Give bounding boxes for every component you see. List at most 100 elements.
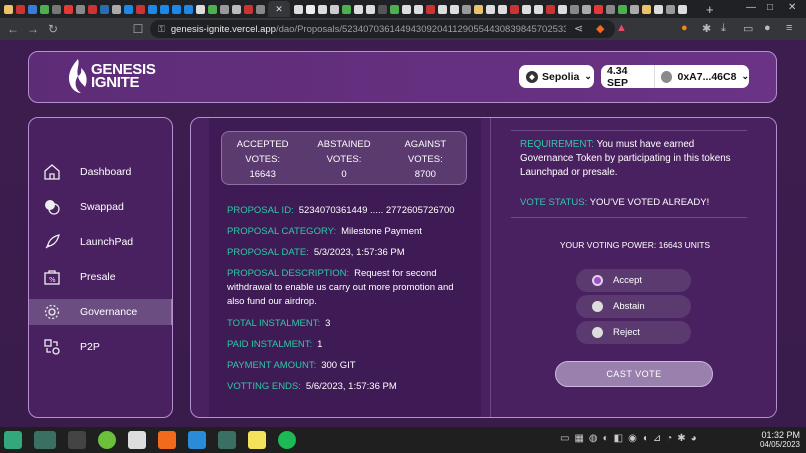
site-info-icon[interactable]: ⚿ (158, 24, 165, 35)
network-selector[interactable]: ◆ Sepolia ⌄ (519, 65, 594, 88)
profile-icon[interactable]: ● (764, 22, 771, 34)
tab-favicon[interactable] (389, 4, 399, 14)
reload-icon[interactable]: ↻ (43, 22, 63, 36)
tab-favicon[interactable] (305, 4, 315, 14)
bookmark-icon[interactable]: ☐ (128, 22, 148, 36)
share-icon[interactable]: ⋖ (574, 22, 583, 35)
tab-favicon[interactable] (425, 4, 435, 14)
minimize-icon[interactable]: — (746, 2, 756, 13)
tab-favicon[interactable] (195, 4, 205, 14)
sidebar-item-dashboard[interactable]: Dashboard (29, 159, 172, 185)
tab-favicon[interactable] (353, 4, 363, 14)
tab-favicon[interactable] (171, 4, 181, 14)
tab-favicon[interactable] (51, 4, 61, 14)
tab-favicon[interactable] (15, 4, 25, 14)
terminal-app-icon[interactable] (68, 431, 86, 449)
brave-browser-icon[interactable] (158, 431, 176, 449)
tab-favicon[interactable] (437, 4, 447, 14)
start-menu-icon[interactable] (4, 431, 22, 449)
tab-favicon[interactable] (75, 4, 85, 14)
tab-favicon[interactable] (293, 4, 303, 14)
tab-favicon[interactable] (377, 4, 387, 14)
tab-favicon[interactable] (27, 4, 37, 14)
tab-favicon[interactable] (207, 4, 217, 14)
tab-favicon[interactable] (255, 4, 265, 14)
radio-selected-icon[interactable] (592, 275, 603, 286)
vscode-icon[interactable] (188, 431, 206, 449)
sidebar-item-launchpad[interactable]: LaunchPad (29, 229, 172, 255)
forward-icon[interactable]: → (23, 22, 43, 36)
tab-favicon[interactable] (413, 4, 423, 14)
tab-favicon[interactable] (569, 4, 579, 14)
notes-app-icon[interactable] (248, 431, 266, 449)
tab-favicon[interactable] (605, 4, 615, 14)
sidebar-item-p2p[interactable]: P2P (29, 334, 172, 360)
tab-favicon[interactable] (231, 4, 241, 14)
tab-favicon[interactable] (617, 4, 627, 14)
files-app-icon[interactable] (34, 431, 56, 449)
tab-favicon[interactable] (111, 4, 121, 14)
tab-favicon[interactable] (219, 4, 229, 14)
tab-favicon[interactable] (99, 4, 109, 14)
tab-favicon[interactable] (641, 4, 651, 14)
system-tray[interactable]: ▭▦◍◐◧◉◖⊿◔✱◕ (560, 433, 702, 444)
radio-icon[interactable] (592, 327, 603, 338)
close-tab-icon[interactable]: ✕ (268, 1, 290, 17)
xapp-icon[interactable] (128, 431, 146, 449)
tab-favicon[interactable] (629, 4, 639, 14)
tab-favicon[interactable] (329, 4, 339, 14)
tab-favicon[interactable] (653, 4, 663, 14)
tab-favicon[interactable] (401, 4, 411, 14)
tab-favicon[interactable] (3, 4, 13, 14)
tab-favicon[interactable] (365, 4, 375, 14)
cast-vote-button[interactable]: CAST VOTE (555, 361, 713, 387)
tab-favicon[interactable] (183, 4, 193, 14)
download-icon[interactable]: ⤓ (721, 22, 726, 35)
new-tab-icon[interactable]: + (706, 2, 714, 17)
wallet-icon[interactable]: ▭ (743, 22, 753, 35)
tab-favicon[interactable] (557, 4, 567, 14)
maximize-icon[interactable]: □ (767, 2, 773, 13)
tab-favicon[interactable] (63, 4, 73, 14)
tab-favicon[interactable] (545, 4, 555, 14)
tab-favicon[interactable] (147, 4, 157, 14)
brave-rewards-icon[interactable]: ▲ (616, 22, 627, 34)
sidebar-item-presale[interactable]: % Presale (29, 264, 172, 290)
tab-favicon[interactable] (135, 4, 145, 14)
radio-icon[interactable] (592, 301, 603, 312)
vote-option-abstain[interactable]: Abstain (576, 295, 691, 318)
tab-favicon[interactable] (123, 4, 133, 14)
sidebar-item-governance[interactable]: Governance (29, 299, 172, 325)
tab-favicon[interactable] (665, 4, 675, 14)
tab-favicon[interactable] (87, 4, 97, 14)
tab-favicon[interactable] (509, 4, 519, 14)
brave-shield-icon[interactable]: ◆ (596, 22, 604, 35)
download-manager-icon[interactable] (98, 431, 116, 449)
tab-favicon[interactable] (521, 4, 531, 14)
spotify-icon[interactable] (278, 431, 296, 449)
vote-option-reject[interactable]: Reject (576, 321, 691, 344)
vote-option-accept[interactable]: Accept (576, 269, 691, 292)
tab-favicon[interactable] (485, 4, 495, 14)
tab-favicon[interactable] (473, 4, 483, 14)
menu-icon[interactable]: ≡ (786, 22, 792, 34)
address-bar[interactable]: ⚿ genesis-ignite.vercel.app/dao/Proposal… (150, 20, 615, 38)
tab-favicon[interactable] (317, 4, 327, 14)
back-icon[interactable]: ← (3, 22, 23, 36)
tab-favicon[interactable] (159, 4, 169, 14)
clock[interactable]: 01:32 PM 04/05/2023 (760, 431, 800, 450)
metamask-icon[interactable]: ● (681, 22, 688, 34)
tab-favicon[interactable] (243, 4, 253, 14)
extensions-icon[interactable]: ✱ (702, 22, 711, 35)
tab-favicon[interactable] (449, 4, 459, 14)
close-window-icon[interactable]: ✕ (788, 2, 796, 13)
account-button[interactable]: 4.34 SEP 0xA7...46C8 ⌄ (601, 65, 749, 89)
tab-favicon[interactable] (39, 4, 49, 14)
tab-favicon[interactable] (593, 4, 603, 14)
tab-favicon[interactable] (581, 4, 591, 14)
tab-favicon[interactable] (341, 4, 351, 14)
logo[interactable]: GENESIS IGNITE (63, 57, 156, 95)
tab-favicon[interactable] (497, 4, 507, 14)
system-monitor-icon[interactable] (218, 431, 236, 449)
sidebar-item-swappad[interactable]: Swappad (29, 194, 172, 220)
